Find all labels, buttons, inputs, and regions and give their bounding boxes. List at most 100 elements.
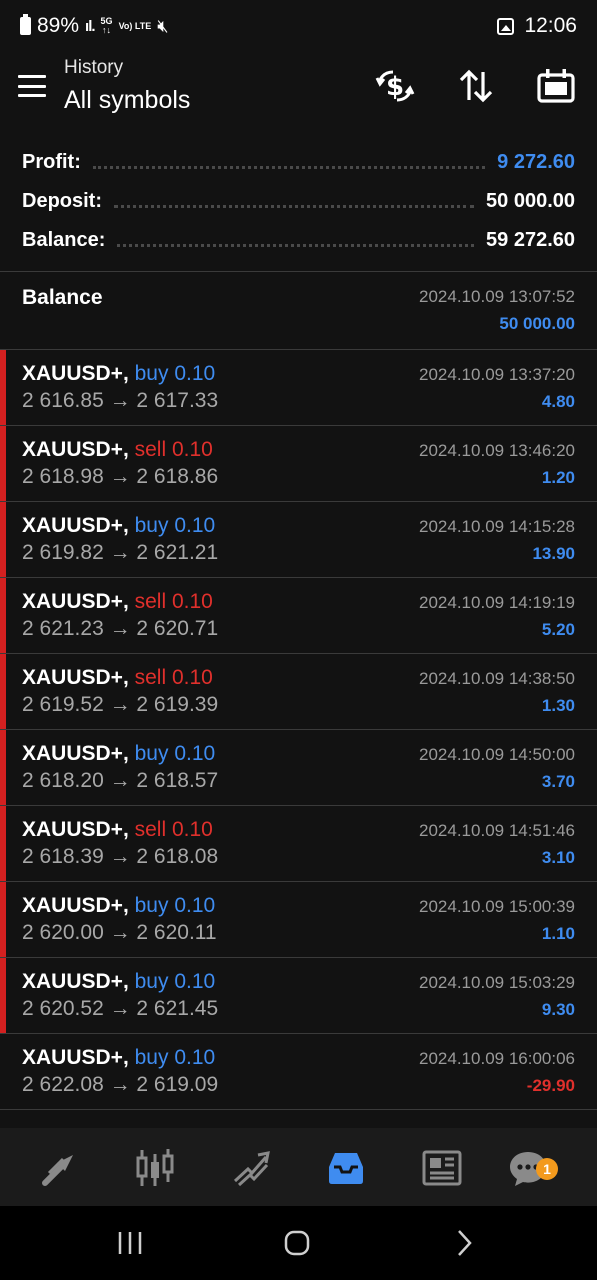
profit-stripe: [0, 350, 6, 425]
calendar-button[interactable]: [534, 64, 578, 108]
deal-time: 2024.10.09 16:00:06: [419, 1049, 575, 1068]
deal-side: sell 0.10: [134, 666, 213, 689]
profit-stripe: [0, 882, 6, 957]
deposit-value: 50 000.00: [486, 189, 575, 212]
svg-text:$: $: [386, 72, 404, 102]
deal-row[interactable]: XAUUSD+, sell 0.10 2 618.98 → 2 618.86 202…: [0, 426, 597, 502]
profit-stripe: [0, 578, 6, 653]
deal-time: 2024.10.09 14:38:50: [419, 669, 575, 688]
nav-chart[interactable]: [133, 1146, 177, 1190]
balance-label: Balance:: [22, 228, 106, 251]
deal-row[interactable]: XAUUSD+, buy 0.10 2 616.85 → 2 617.33 2024…: [0, 350, 597, 426]
deal-symbol: XAUUSD+,: [22, 818, 129, 841]
deal-prices: 2 619.52 → 2 619.39: [22, 693, 219, 716]
deal-prices: 2 618.39 → 2 618.08: [22, 845, 219, 868]
account-summary: Profit: 9 272.60 Deposit: 50 000.00 Bala…: [0, 140, 597, 272]
deal-symbol-line: XAUUSD+, buy 0.10: [22, 970, 215, 994]
deal-symbol: XAUUSD+,: [22, 894, 129, 917]
deal-side: sell 0.10: [134, 818, 213, 841]
nav-trade[interactable]: [229, 1146, 273, 1190]
profit-stripe: [0, 502, 6, 577]
nav-quotes[interactable]: [38, 1146, 82, 1190]
deal-time: 2024.10.09 14:50:00: [419, 745, 575, 764]
deal-symbol-line: XAUUSD+, buy 0.10: [22, 514, 215, 538]
currency-exchange-icon: $: [375, 70, 415, 102]
deal-row[interactable]: XAUUSD+, buy 0.10 2 619.82 → 2 621.21 2024…: [0, 502, 597, 578]
gallery-notification-icon: [497, 17, 515, 35]
chevron-right-icon: [458, 1230, 472, 1256]
nav-history[interactable]: [324, 1146, 368, 1190]
volte-label: Vo) LTE: [118, 20, 152, 31]
deal-symbol-line: XAUUSD+, sell 0.10: [22, 590, 213, 614]
deal-row[interactable]: XAUUSD+, buy 0.10 2 620.00 → 2 620.11 2024…: [0, 882, 597, 958]
quotes-arrows-icon: [42, 1155, 73, 1186]
deal-side: buy 0.10: [134, 362, 216, 385]
deal-side: sell 0.10: [134, 590, 213, 613]
deal-prices: 2 621.23 → 2 620.71: [22, 617, 219, 640]
nav-news[interactable]: [420, 1146, 464, 1190]
news-icon: [422, 1150, 462, 1186]
deal-row[interactable]: XAUUSD+, sell 0.10 2 619.52 → 2 619.39 202…: [0, 654, 597, 730]
deal-prices: 2 620.00 → 2 620.11: [22, 921, 217, 944]
profit-stripe: [0, 730, 6, 805]
deal-symbol-line: XAUUSD+, sell 0.10: [22, 666, 213, 690]
trade-trend-icon: [233, 1151, 270, 1187]
recent-apps-icon: [118, 1232, 142, 1254]
dotted-leader: [117, 242, 475, 247]
header-title[interactable]: All symbols: [64, 86, 190, 115]
deal-time: 2024.10.09 15:03:29: [419, 973, 575, 992]
dotted-leader: [92, 164, 486, 169]
network-label: 5G: [100, 16, 113, 26]
home-icon: [284, 1230, 310, 1256]
deal-prices: 2 619.82 → 2 621.21: [22, 541, 219, 564]
profit-stripe: [0, 654, 6, 729]
recent-apps-button[interactable]: [110, 1228, 150, 1258]
deal-row[interactable]: XAUUSD+, sell 0.10 2 621.23 → 2 620.71 202…: [0, 578, 597, 654]
deal-profit: 9.30: [541, 1000, 575, 1019]
deal-prices: 2 618.20 → 2 618.57: [22, 769, 219, 792]
deal-symbol-line: XAUUSD+, sell 0.10: [22, 818, 213, 842]
deal-side: buy 0.10: [134, 970, 216, 993]
balance-row: Balance: 59 272.60: [22, 222, 575, 258]
deal-row[interactable]: XAUUSD+, buy 0.10 2 622.08 → 2 619.09 2024…: [0, 1034, 597, 1110]
balance-value: 59 272.60: [486, 228, 575, 251]
deal-prices: 2 616.85 → 2 617.33: [22, 389, 219, 412]
volte-icon: Vo) LTE: [118, 20, 152, 31]
messages-badge: 1: [536, 1158, 558, 1180]
deal-prices: 2 620.52 → 2 621.45: [22, 997, 219, 1020]
home-button[interactable]: [277, 1228, 317, 1258]
nav-messages[interactable]: 1: [506, 1146, 558, 1190]
deal-row[interactable]: XAUUSD+, sell 0.10 2 618.39 → 2 618.08 202…: [0, 806, 597, 882]
balance-entry[interactable]: Balance 2024.10.09 13:07:52 50 000.00: [0, 272, 597, 350]
balance-entry-time: 2024.10.09 13:07:52: [419, 287, 575, 306]
deal-symbol-line: XAUUSD+, buy 0.10: [22, 742, 215, 766]
deal-row[interactable]: XAUUSD+, buy 0.10 2 618.20 → 2 618.57 2024…: [0, 730, 597, 806]
profit-stripe: [0, 426, 6, 501]
deal-row[interactable]: XAUUSD+, buy 0.10 2 620.52 → 2 621.45 2024…: [0, 958, 597, 1034]
back-button[interactable]: [444, 1228, 484, 1258]
sort-button[interactable]: [454, 64, 498, 108]
deal-time: 2024.10.09 14:51:46: [419, 821, 575, 840]
deal-time: 2024.10.09 15:00:39: [419, 897, 575, 916]
deal-time: 2024.10.09 14:15:28: [419, 517, 575, 536]
deal-symbol: XAUUSD+,: [22, 438, 129, 461]
deal-profit: 3.10: [541, 848, 575, 867]
deal-symbol: XAUUSD+,: [22, 1046, 129, 1069]
balance-entry-amount: 50 000.00: [499, 314, 575, 333]
balance-entry-label: Balance: [22, 286, 103, 309]
app-header: History All symbols $: [0, 52, 597, 132]
history-list[interactable]: Balance 2024.10.09 13:07:52 50 000.00 XA…: [0, 272, 597, 1130]
currency-exchange-button[interactable]: $: [373, 64, 417, 108]
deal-symbol-line: XAUUSD+, buy 0.10: [22, 894, 215, 918]
battery-icon: [20, 14, 31, 35]
menu-icon[interactable]: [18, 75, 46, 97]
deal-side: buy 0.10: [134, 894, 216, 917]
deal-prices: 2 622.08 → 2 619.09: [22, 1073, 219, 1096]
history-inbox-icon: [329, 1153, 363, 1184]
deal-time: 2024.10.09 13:37:20: [419, 365, 575, 384]
bottom-navigation: 1: [0, 1128, 597, 1206]
deal-symbol-line: XAUUSD+, buy 0.10: [22, 362, 215, 386]
deal-profit: 3.70: [541, 772, 575, 791]
deal-profit: -29.90: [526, 1076, 575, 1095]
status-left: 89% ıl. 5G ↑↓ Vo) LTE 🔇︎: [20, 14, 169, 38]
